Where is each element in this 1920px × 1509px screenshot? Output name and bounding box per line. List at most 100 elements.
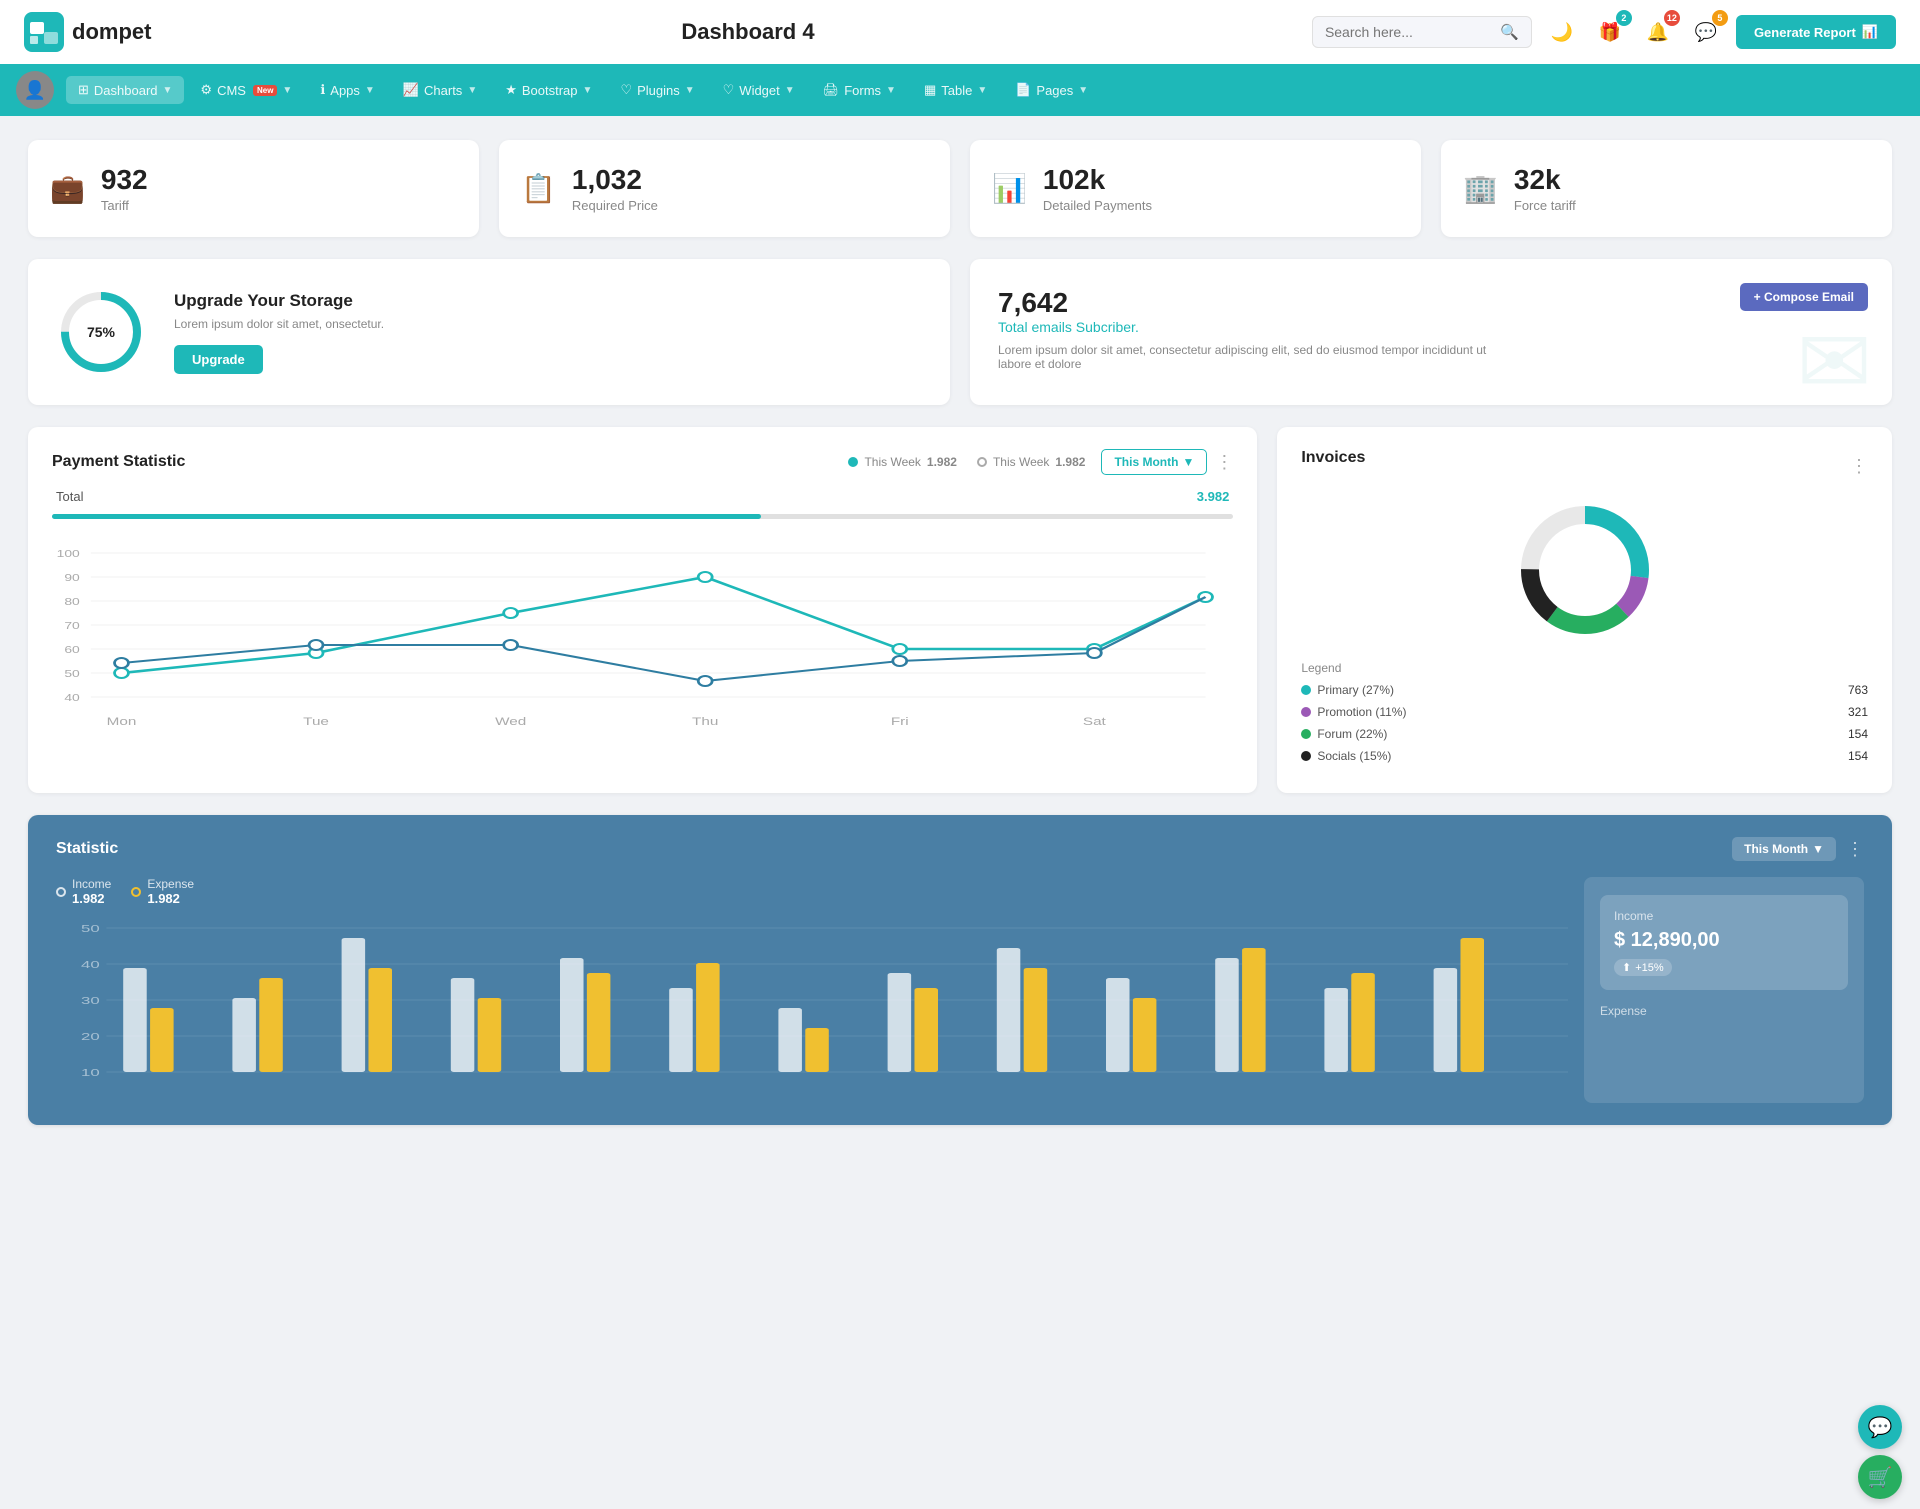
invoices-card: Invoices ⋮ Legend	[1277, 427, 1892, 793]
legend-section-title: Legend	[1301, 661, 1868, 675]
svg-text:50: 50	[64, 668, 80, 680]
page-title: Dashboard 4	[200, 19, 1296, 45]
forum-value: 154	[1848, 727, 1868, 741]
bar-chart-container: Income 1.982 Expense 1.982	[56, 877, 1864, 1103]
invoices-donut-svg	[1510, 495, 1660, 645]
stat-card-force-tariff: 🏢 32k Force tariff	[1441, 140, 1892, 237]
bar-chart-side: Income $ 12,890,00 ⬆ +15% Expense	[1584, 877, 1864, 1103]
tariff-info: 932 Tariff	[101, 164, 148, 213]
table-arrow-icon: ▼	[977, 85, 987, 96]
svg-text:Fri: Fri	[891, 715, 909, 727]
progress-fill	[52, 514, 761, 519]
storage-description: Lorem ipsum dolor sit amet, onsectetur.	[174, 317, 384, 331]
chart-row: Payment Statistic This Week 1.982 This W…	[28, 427, 1892, 793]
bell-btn[interactable]: 🔔 12	[1640, 14, 1676, 50]
chat-btn[interactable]: 💬 5	[1688, 14, 1724, 50]
up-arrow-icon: ⬆	[1622, 961, 1631, 974]
expense-legend-value: 1.982	[147, 891, 194, 906]
pages-arrow-icon: ▼	[1078, 85, 1088, 96]
search-box[interactable]: 🔍	[1312, 16, 1532, 48]
nav-apps-label: Apps	[330, 83, 360, 98]
float-chat-icon: 💬	[1868, 1415, 1893, 1440]
bar-chart-svg: 50 40 30 20 10	[56, 918, 1568, 1098]
statistic-menu[interactable]: ⋮	[1846, 839, 1864, 860]
invoices-donut-chart	[1301, 495, 1868, 645]
legend-label-2: This Week	[993, 455, 1049, 469]
svg-text:60: 60	[64, 644, 80, 656]
header-right: 🔍 🌙 🎁 2 🔔 12 💬 5 Generate Report 📊	[1312, 14, 1896, 50]
chat-badge: 5	[1712, 10, 1728, 26]
gift-badge: 2	[1616, 10, 1632, 26]
promotion-label: Promotion (11%)	[1317, 705, 1406, 719]
force-tariff-value: 32k	[1514, 164, 1576, 196]
statistic-this-month-button[interactable]: This Month ▼	[1732, 837, 1836, 861]
nav-charts-label: Charts	[424, 83, 462, 98]
payment-chart-menu[interactable]: ⋮	[1215, 452, 1233, 473]
generate-report-label: Generate Report	[1754, 25, 1856, 40]
nav-item-dashboard[interactable]: ⊞ Dashboard ▼	[66, 76, 184, 104]
apps-info-icon: ℹ	[320, 82, 325, 98]
nav-dashboard-label: Dashboard	[94, 83, 158, 98]
income-amount: $ 12,890,00	[1614, 929, 1834, 952]
legend-label-1: This Week	[864, 455, 920, 469]
detailed-payments-info: 102k Detailed Payments	[1043, 164, 1152, 213]
tariff-icon: 💼	[50, 172, 85, 205]
payment-chart-card: Payment Statistic This Week 1.982 This W…	[28, 427, 1257, 793]
svg-text:20: 20	[81, 1031, 100, 1043]
upgrade-button[interactable]: Upgrade	[174, 345, 263, 374]
charts-arrow-icon: ▼	[467, 85, 477, 96]
nav-bar: 👤 ⊞ Dashboard ▼ ⚙ CMS New ▼ ℹ Apps ▼ 📈 C…	[0, 64, 1920, 116]
socials-label: Socials (15%)	[1317, 749, 1391, 763]
storage-donut: 75%	[56, 287, 146, 377]
inv-legend-socials: Socials (15%) 154	[1301, 749, 1868, 763]
dashboard-icon: ⊞	[78, 82, 89, 98]
float-cart-button[interactable]: 🛒	[1858, 1455, 1902, 1499]
nav-item-cms[interactable]: ⚙ CMS New ▼	[188, 76, 304, 104]
legend-dot-1	[848, 457, 858, 467]
svg-text:Mon: Mon	[107, 715, 137, 727]
nav-item-plugins[interactable]: ♡ Plugins ▼	[608, 76, 706, 104]
nav-bootstrap-label: Bootstrap	[522, 83, 578, 98]
stat-card-required-price: 📋 1,032 Required Price	[499, 140, 950, 237]
search-input[interactable]	[1325, 24, 1492, 40]
charts-icon: 📈	[403, 82, 419, 98]
nav-item-apps[interactable]: ℹ Apps ▼	[308, 76, 387, 104]
nav-pages-label: Pages	[1036, 83, 1073, 98]
nav-item-widget[interactable]: ♡ Widget ▼	[711, 76, 807, 104]
required-price-label: Required Price	[572, 198, 658, 213]
force-tariff-label: Force tariff	[1514, 198, 1576, 213]
dropdown-arrow-icon: ▼	[1182, 455, 1194, 469]
income-dot	[56, 887, 66, 897]
legend-dot-2	[977, 457, 987, 467]
nav-forms-label: Forms	[844, 83, 881, 98]
apps-arrow-icon: ▼	[365, 85, 375, 96]
email-subtitle: Total emails Subcriber.	[998, 319, 1864, 335]
nav-item-pages[interactable]: 📄 Pages ▼	[1003, 76, 1100, 104]
invoices-title: Invoices	[1301, 449, 1365, 467]
nav-item-table[interactable]: ▦ Table ▼	[912, 76, 999, 104]
income-legend-item: Income 1.982	[56, 877, 111, 906]
this-month-button[interactable]: This Month ▼	[1101, 449, 1207, 475]
gift-btn[interactable]: 🎁 2	[1592, 14, 1628, 50]
nav-item-charts[interactable]: 📈 Charts ▼	[391, 76, 489, 104]
total-label: Total	[56, 489, 83, 504]
nav-item-forms[interactable]: 🖨 Forms ▼	[811, 76, 908, 104]
invoices-legend: Legend Primary (27%) 763 Promotion (11%)…	[1301, 661, 1868, 763]
bootstrap-icon: ★	[505, 82, 517, 98]
forms-arrow-icon: ▼	[886, 85, 896, 96]
generate-report-button[interactable]: Generate Report 📊	[1736, 15, 1896, 49]
detailed-payments-label: Detailed Payments	[1043, 198, 1152, 213]
nav-item-bootstrap[interactable]: ★ Bootstrap ▼	[493, 76, 604, 104]
bell-badge: 12	[1664, 10, 1680, 26]
inv-legend-promotion-left: Promotion (11%)	[1301, 705, 1406, 719]
float-chat-button[interactable]: 💬	[1858, 1405, 1902, 1449]
income-box: Income $ 12,890,00 ⬆ +15%	[1600, 895, 1848, 990]
svg-text:50: 50	[81, 923, 100, 935]
gift-icon: 🎁	[1599, 22, 1621, 43]
inv-legend-socials-left: Socials (15%)	[1301, 749, 1391, 763]
compose-email-button[interactable]: + Compose Email	[1740, 283, 1868, 311]
invoices-menu[interactable]: ⋮	[1850, 456, 1868, 477]
moon-toggle[interactable]: 🌙	[1544, 14, 1580, 50]
legend-item-1: This Week 1.982	[848, 455, 957, 469]
primary-label: Primary (27%)	[1317, 683, 1394, 697]
